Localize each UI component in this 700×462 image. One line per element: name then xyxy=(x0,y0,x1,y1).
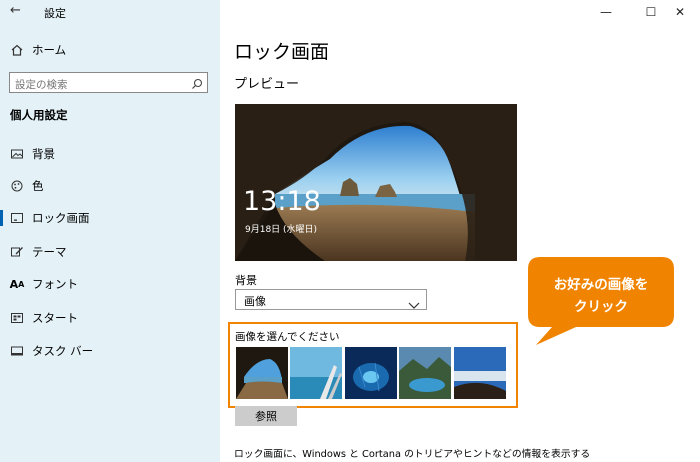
theme-icon xyxy=(10,245,24,259)
preview-heading: プレビュー xyxy=(234,77,300,92)
picture-icon xyxy=(10,147,24,161)
background-dropdown[interactable]: 画像 xyxy=(235,289,427,310)
choose-image-label: 画像を選んでください xyxy=(235,331,340,343)
sidebar-item-label: タスク バー xyxy=(32,344,94,358)
lock-screen-icon xyxy=(10,211,24,225)
back-arrow-icon[interactable]: ← xyxy=(10,3,26,19)
search-input[interactable] xyxy=(10,76,185,94)
start-icon xyxy=(10,311,24,325)
sidebar-home-label: ホーム xyxy=(32,43,67,57)
sidebar-item-theme[interactable]: テーマ xyxy=(0,240,220,264)
lock-screen-preview: 13:18 9月18日 (水曜日) xyxy=(235,104,517,261)
preview-date: 9月18日 (水曜日) xyxy=(245,225,318,235)
sidebar: ← 設定 ホーム 個人用設定 背景 色 ロック画面 テ xyxy=(0,0,220,462)
cave-beach-image xyxy=(235,104,517,261)
sidebar-item-start[interactable]: スタート xyxy=(0,306,220,330)
page-title: ロック画面 xyxy=(234,41,330,63)
search-icon[interactable] xyxy=(191,75,203,89)
sidebar-item-label: フォント xyxy=(32,277,78,291)
image-thumbnail[interactable] xyxy=(236,347,288,399)
image-thumbnail[interactable] xyxy=(290,347,342,399)
preview-time: 13:18 xyxy=(243,186,321,217)
home-icon xyxy=(10,43,24,57)
font-icon: AA xyxy=(9,277,25,291)
selection-indicator xyxy=(0,210,3,226)
image-thumbnail[interactable] xyxy=(454,347,506,399)
sidebar-item-label: 背景 xyxy=(32,147,55,161)
sidebar-item-font[interactable]: AA フォント xyxy=(0,272,220,296)
chevron-down-icon xyxy=(408,295,420,314)
sidebar-item-label: テーマ xyxy=(32,245,67,259)
sidebar-item-label: スタート xyxy=(32,311,78,325)
background-dropdown-value: 画像 xyxy=(244,295,266,308)
sidebar-item-color[interactable]: 色 xyxy=(0,174,220,198)
sidebar-item-label: 色 xyxy=(32,179,44,193)
sidebar-item-background[interactable]: 背景 xyxy=(0,142,220,166)
browse-button-label: 参照 xyxy=(255,410,277,423)
callout-line-2: クリック xyxy=(574,299,628,315)
palette-icon xyxy=(10,179,24,193)
minimize-button[interactable]: — xyxy=(586,0,626,24)
callout-line-1: お好みの画像を xyxy=(553,277,649,293)
image-thumbnail[interactable] xyxy=(345,347,397,399)
sidebar-home[interactable]: ホーム xyxy=(0,38,220,62)
browse-button[interactable]: 参照 xyxy=(235,406,297,426)
close-button[interactable]: ✕ xyxy=(660,0,700,24)
section-heading: 個人用設定 xyxy=(10,108,68,122)
callout-bubble: お好みの画像を クリック xyxy=(528,257,674,345)
show-tips-text: ロック画面に、Windows と Cortana のトリビアやヒントなどの情報を… xyxy=(234,449,591,460)
search-box[interactable] xyxy=(9,72,208,94)
sidebar-item-taskbar[interactable]: タスク バー xyxy=(0,339,220,363)
window-title: 設定 xyxy=(44,7,66,20)
sidebar-item-lock-screen[interactable]: ロック画面 xyxy=(0,206,220,230)
image-thumbnail[interactable] xyxy=(399,347,451,399)
sidebar-item-label: ロック画面 xyxy=(32,211,90,225)
background-label: 背景 xyxy=(235,274,257,287)
taskbar-icon xyxy=(10,344,24,358)
